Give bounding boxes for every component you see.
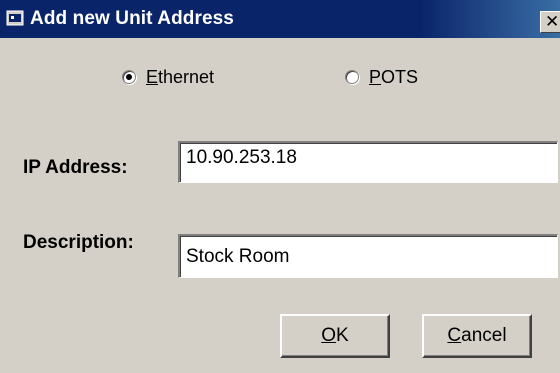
ip-address-input[interactable] xyxy=(178,141,558,183)
radio-pots-label: POTS xyxy=(369,66,419,87)
ip-address-label: IP Address: xyxy=(23,157,128,178)
radio-pots[interactable]: POTS xyxy=(345,66,418,88)
radio-ethernet[interactable]: Ethernet xyxy=(122,66,214,88)
ok-button-label: OK xyxy=(321,325,349,346)
radio-checked-icon[interactable] xyxy=(122,70,136,84)
radio-unchecked-icon[interactable] xyxy=(345,70,359,84)
radio-ethernet-label: Ethernet xyxy=(146,66,215,87)
description-label: Description: xyxy=(23,232,134,253)
close-button[interactable]: ✕ xyxy=(540,11,560,33)
description-input[interactable] xyxy=(178,234,558,278)
dialog-app-icon xyxy=(6,10,24,26)
cancel-button-label: Cancel xyxy=(447,325,507,346)
ok-button[interactable]: OK xyxy=(280,314,390,358)
cancel-button[interactable]: Cancel xyxy=(422,314,532,358)
close-icon: ✕ xyxy=(545,12,560,31)
window-title: Add new Unit Address xyxy=(30,8,234,29)
title-bar[interactable]: Add new Unit Address ✕ xyxy=(0,0,560,38)
